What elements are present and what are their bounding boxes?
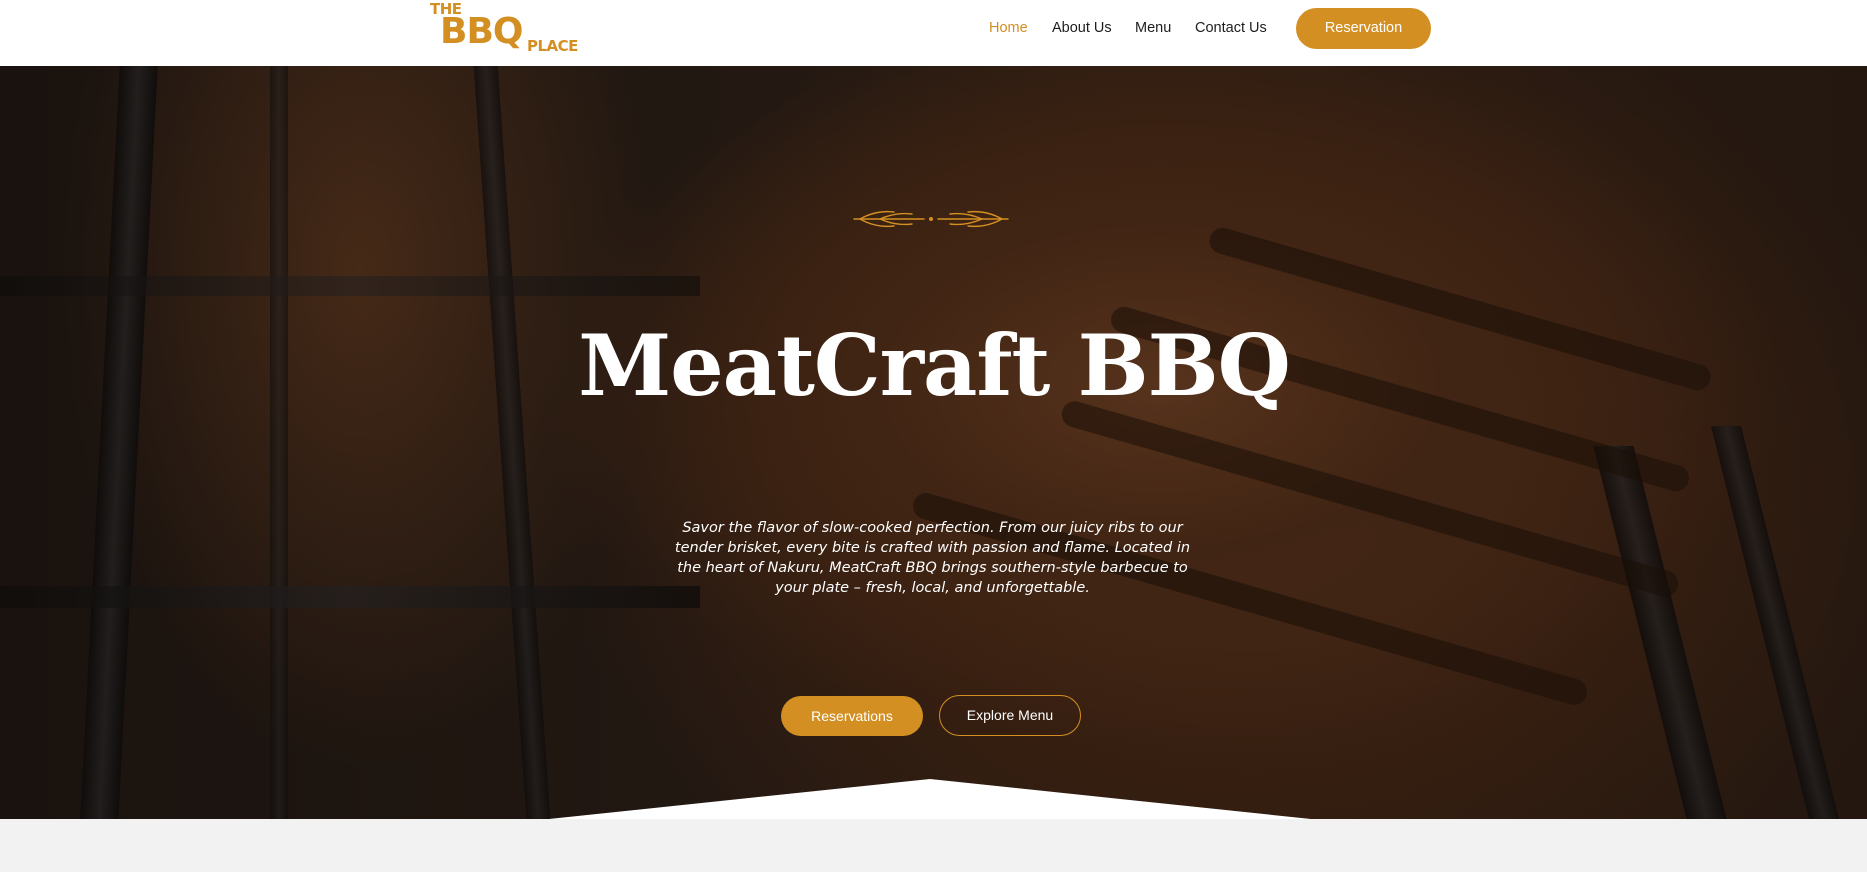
nav-menu[interactable]: Menu (1135, 19, 1171, 37)
grill-bar (80, 66, 158, 819)
logo-text-place: PLACE (527, 37, 578, 55)
explore-menu-button[interactable]: Explore Menu (939, 695, 1081, 736)
reservations-button[interactable]: Reservations (781, 696, 923, 736)
grill-bar (473, 66, 551, 819)
logo-text-bbq: BBQ (440, 11, 523, 52)
grill-bar (270, 66, 288, 819)
section-divider (549, 779, 1311, 819)
grill-bar (0, 276, 700, 296)
wheat-ornament-icon (853, 210, 1009, 228)
hero-title: MeatCraft BBQ (578, 316, 1291, 415)
nav-about-us[interactable]: About Us (1052, 19, 1112, 37)
grill-bar (1711, 426, 1839, 819)
bbq-place-logo[interactable]: THE BBQ PLACE (430, 0, 582, 56)
nav-contact-us[interactable]: Contact Us (1195, 19, 1267, 37)
grill-bar (0, 586, 700, 608)
site-header: THE BBQ PLACE Home About Us Menu Contact… (0, 0, 1867, 66)
grill-bar (1593, 446, 1727, 819)
next-section (0, 819, 1867, 872)
nav-home[interactable]: Home (989, 19, 1028, 37)
reservation-button[interactable]: Reservation (1296, 8, 1431, 49)
hero-section: MeatCraft BBQ Savor the flavor of slow-c… (0, 66, 1867, 819)
hero-description: Savor the flavor of slow-cooked perfecti… (674, 520, 1191, 596)
